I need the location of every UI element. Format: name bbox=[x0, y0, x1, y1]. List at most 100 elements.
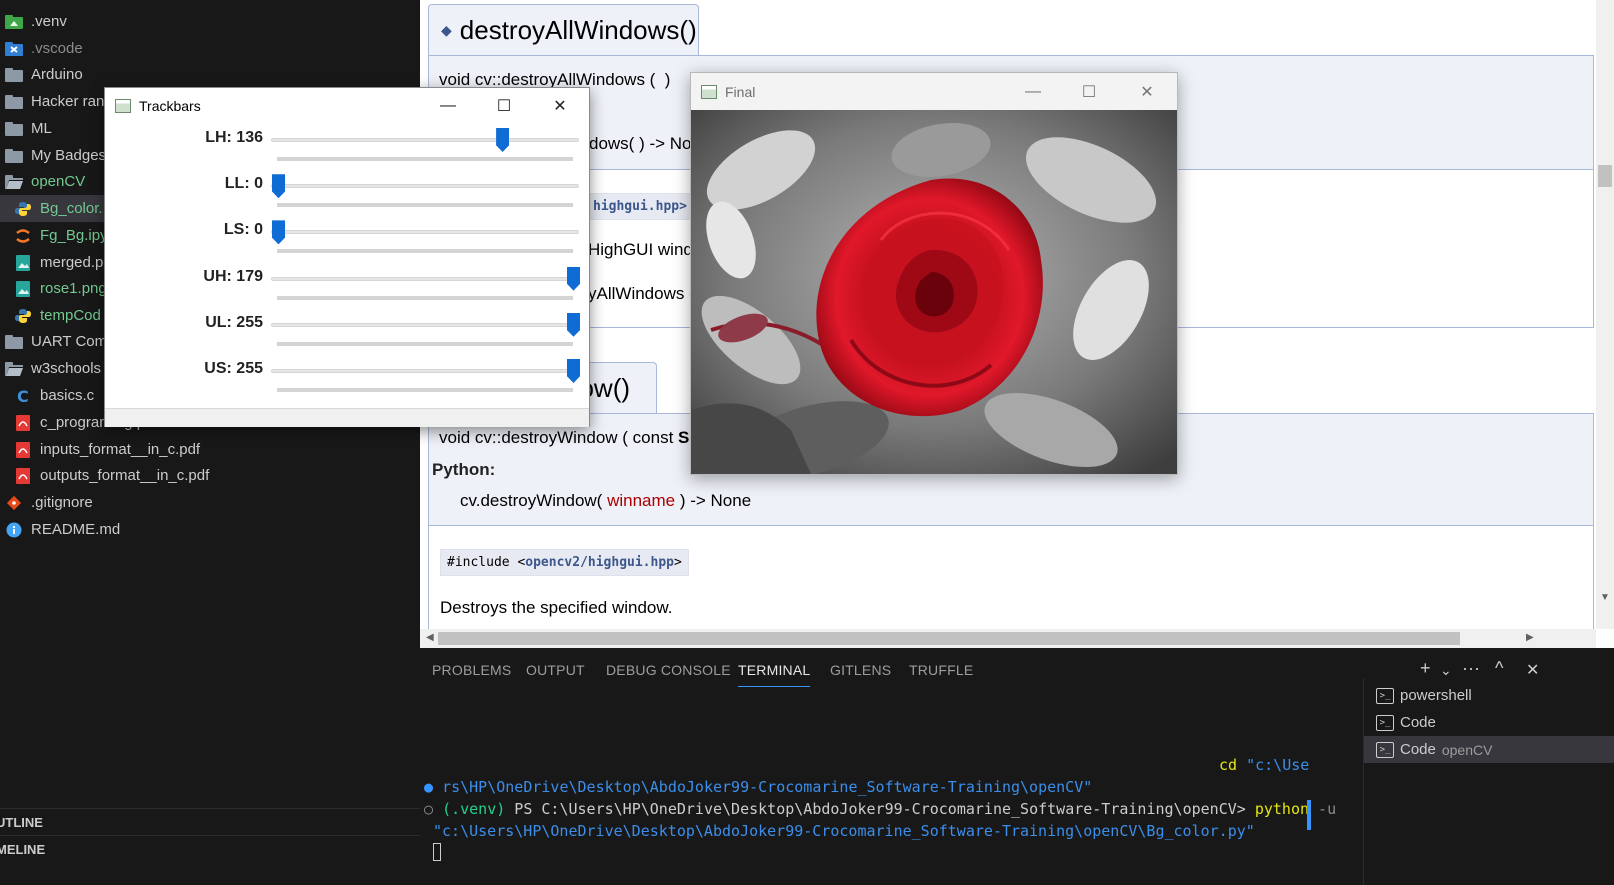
trackbar-thumb[interactable] bbox=[567, 266, 580, 291]
final-window: Final — ☐ ✕ bbox=[690, 72, 1178, 475]
tree-item-label: .venv bbox=[31, 13, 67, 30]
trackbar-label: LS: 0 bbox=[223, 221, 263, 239]
trackbar-track[interactable] bbox=[271, 369, 579, 373]
scroll-left-arrow-icon[interactable]: ◀ bbox=[426, 632, 434, 643]
image-file-icon bbox=[14, 280, 32, 297]
trackbar-track[interactable] bbox=[271, 230, 579, 235]
more-actions-button[interactable]: ··· bbox=[1462, 658, 1480, 679]
window-app-icon bbox=[701, 84, 717, 99]
maximize-panel-button[interactable]: ^ bbox=[1495, 658, 1503, 679]
tree-item[interactable]: README.md bbox=[0, 516, 420, 543]
tree-item[interactable]: .venv bbox=[0, 8, 420, 35]
pdf-file-icon bbox=[14, 414, 32, 431]
tree-item-label: Arduino bbox=[31, 66, 83, 83]
trackbar-ls: LS: 0 bbox=[105, 217, 591, 263]
tree-item-label: README.md bbox=[31, 521, 121, 538]
image-file-icon bbox=[14, 254, 32, 271]
panel-tab-debug-console[interactable]: DEBUG CONSOLE bbox=[606, 662, 731, 678]
include-link[interactable]: highgui.hpp> bbox=[593, 199, 687, 214]
section2-cpp-signature: void cv::destroyWindow ( const S bbox=[439, 428, 690, 447]
panel-tab-gitlens[interactable]: GITLENS bbox=[830, 662, 891, 678]
terminal-list-item[interactable]: >_ powershell bbox=[1364, 682, 1614, 709]
tree-item-label: openCV bbox=[31, 173, 86, 190]
panel-tab-truffle[interactable]: TRUFFLE bbox=[909, 662, 973, 678]
trackbar-ticks bbox=[277, 203, 573, 208]
final-titlebar[interactable]: Final — ☐ ✕ bbox=[691, 73, 1177, 110]
include-link[interactable]: opencv2/highgui.hpp bbox=[525, 555, 674, 570]
minimize-button[interactable]: — bbox=[1005, 73, 1061, 110]
git-icon bbox=[5, 495, 23, 511]
minimize-button[interactable]: — bbox=[420, 88, 476, 123]
trackbar-track[interactable] bbox=[271, 276, 579, 281]
trackbar-thumb[interactable] bbox=[496, 128, 510, 152]
trackbar-thumb[interactable] bbox=[567, 359, 580, 383]
terminal-list-item[interactable]: >_ Code bbox=[1364, 709, 1614, 736]
section2-description: Destroys the specified window. bbox=[440, 598, 673, 617]
tree-item-label: My Badges bbox=[31, 147, 107, 164]
terminal-list-item[interactable]: >_ Code openCV bbox=[1364, 736, 1614, 763]
terminal-icon: >_ bbox=[1376, 741, 1394, 758]
svg-text:C: C bbox=[17, 388, 29, 404]
trackbar-ticks bbox=[277, 388, 573, 392]
terminal-output[interactable]: cd "c:\Use ● rs\HP\OneDrive\Desktop\Abdo… bbox=[420, 688, 1348, 885]
close-button[interactable]: ✕ bbox=[532, 88, 588, 123]
trackbar-thumb[interactable] bbox=[272, 174, 285, 199]
horizontal-scrollbar[interactable]: ◀ ▶ bbox=[420, 629, 1596, 648]
panel-tab-problems[interactable]: PROBLEMS bbox=[432, 662, 511, 678]
trackbar-ticks bbox=[277, 295, 573, 300]
pdf-file-icon bbox=[14, 441, 32, 458]
scroll-right-arrow-icon[interactable]: ▶ bbox=[1526, 632, 1534, 643]
maximize-button[interactable]: ☐ bbox=[1061, 73, 1117, 110]
bullet-icon: ◆ bbox=[441, 22, 452, 38]
trackbar-thumb[interactable] bbox=[567, 312, 580, 337]
panel-tab-terminal[interactable]: TERMINAL bbox=[738, 662, 811, 687]
trackbars-titlebar[interactable]: Trackbars — ☐ ✕ bbox=[105, 88, 589, 123]
close-button[interactable]: ✕ bbox=[1119, 73, 1175, 110]
panel-tab-output[interactable]: OUTPUT bbox=[526, 662, 585, 678]
trackbar-thumb[interactable] bbox=[272, 220, 285, 245]
trackbar-lh: LH: 136 bbox=[105, 125, 591, 171]
section1-text-1: HighGUI windo bbox=[588, 240, 703, 259]
trackbar-ul: UL: 255 bbox=[105, 310, 591, 356]
timeline-section-header[interactable]: MELINE bbox=[0, 835, 420, 862]
trackbar-track[interactable] bbox=[271, 184, 579, 189]
trackbar-label: LH: 136 bbox=[205, 129, 263, 146]
terminal-icon: >_ bbox=[1376, 687, 1394, 704]
tree-item[interactable]: Arduino bbox=[0, 61, 420, 88]
horizontal-scroll-thumb[interactable] bbox=[438, 632, 1460, 645]
success-dot-icon: ● bbox=[424, 778, 434, 796]
vscode-folder-icon bbox=[5, 41, 23, 57]
vertical-scroll-thumb[interactable] bbox=[1598, 165, 1612, 187]
tree-item-label: Fg_Bg.ipy bbox=[40, 227, 108, 244]
scroll-down-arrow-icon[interactable]: ▼ bbox=[1600, 592, 1610, 603]
tree-item[interactable]: inputs_format__in_c.pdf bbox=[0, 436, 420, 463]
terminal-line-1: cd "c:\Use bbox=[1219, 756, 1310, 774]
new-terminal-button[interactable]: + bbox=[1420, 658, 1431, 679]
close-panel-button[interactable]: ✕ bbox=[1526, 660, 1539, 680]
terminal-cursor bbox=[433, 843, 441, 861]
venv-folder-icon bbox=[5, 14, 23, 30]
section2-python-label: Python: bbox=[432, 460, 496, 479]
memtitle-destroyallwindows: ◆ destroyAllWindows() bbox=[428, 4, 699, 56]
trackbars-window: Trackbars — ☐ ✕ LH: 136 LL: 0 LS: 0 UH: 179… bbox=[104, 87, 590, 427]
folder-icon bbox=[5, 121, 23, 137]
section2-doc bbox=[428, 526, 1594, 636]
section2-python-signature: cv.destroyWindow( winname ) -> None bbox=[460, 491, 752, 510]
outline-label: UTLINE bbox=[0, 814, 43, 830]
tree-item[interactable]: .gitignore bbox=[0, 489, 420, 516]
tree-item[interactable]: .vscode bbox=[0, 35, 420, 62]
vertical-scrollbar[interactable]: ▼ bbox=[1596, 0, 1614, 629]
outline-section-header[interactable]: UTLINE bbox=[0, 808, 420, 835]
maximize-button[interactable]: ☐ bbox=[476, 88, 532, 123]
trackbar-track[interactable] bbox=[271, 322, 579, 327]
terminal-list: >_ powershell >_ Code >_ Code openCV bbox=[1363, 678, 1614, 885]
trackbar-track[interactable] bbox=[271, 138, 579, 142]
folder-open-icon bbox=[5, 361, 23, 377]
tree-item-label: merged.p bbox=[40, 254, 104, 271]
section2-include: #include <opencv2/highgui.hpp> bbox=[440, 549, 689, 576]
trackbar-label: UL: 255 bbox=[205, 313, 263, 331]
terminal-dropdown-button[interactable]: ⌄ bbox=[1440, 662, 1452, 679]
info-icon bbox=[5, 522, 23, 538]
tree-item[interactable]: outputs_format__in_c.pdf bbox=[0, 462, 420, 489]
tree-item-label: outputs_format__in_c.pdf bbox=[40, 467, 210, 484]
